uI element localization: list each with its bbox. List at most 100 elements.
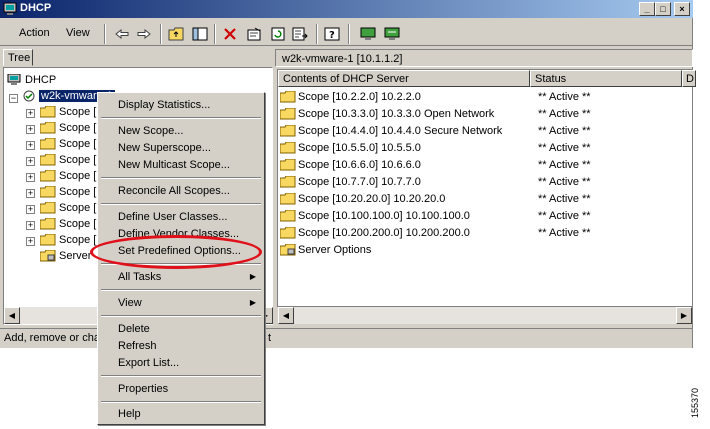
maximize-button[interactable]: □ bbox=[655, 2, 671, 16]
refresh-icon[interactable] bbox=[268, 24, 288, 44]
expand-icon[interactable]: + bbox=[26, 157, 35, 166]
server-icon[interactable] bbox=[382, 24, 402, 44]
folder-icon bbox=[40, 154, 56, 166]
list-item[interactable]: + Scope [ bbox=[26, 202, 96, 217]
table-row[interactable]: Scope [10.100.100.0] 10.100.100.0 ** Acti… bbox=[280, 208, 690, 225]
table-row[interactable]: Scope [10.3.3.0] 10.3.3.0 Open Network **… bbox=[280, 106, 690, 123]
delete-icon[interactable] bbox=[220, 24, 240, 44]
menu-item-refresh[interactable]: Refresh bbox=[100, 338, 262, 355]
folder-icon bbox=[280, 108, 296, 120]
table-row[interactable]: Server Options bbox=[280, 242, 690, 259]
menu-item-all-tasks[interactable]: All Tasks ▶ bbox=[100, 269, 262, 286]
action-menu[interactable]: Action bbox=[19, 27, 50, 39]
back-arrow-icon[interactable] bbox=[112, 24, 132, 44]
console-icon[interactable] bbox=[358, 24, 378, 44]
list-item[interactable]: + Scope [ bbox=[26, 218, 96, 233]
expand-icon[interactable]: + bbox=[26, 141, 35, 150]
submenu-arrow-icon: ▶ bbox=[249, 272, 256, 281]
scroll-right-icon[interactable]: ▶ bbox=[676, 307, 692, 324]
folder-icon bbox=[40, 218, 56, 230]
folder-icon bbox=[280, 176, 296, 188]
tree-server-options[interactable]: Server bbox=[40, 250, 91, 265]
scroll-left-icon[interactable]: ◀ bbox=[278, 307, 294, 324]
menu-item-reconcile-all-scopes[interactable]: Reconcile All Scopes... bbox=[100, 183, 262, 200]
tab-tree[interactable]: Tree bbox=[3, 49, 33, 66]
expand-icon[interactable]: + bbox=[26, 237, 35, 246]
list-item[interactable]: + Scope [ bbox=[26, 234, 96, 249]
server-node-icon bbox=[23, 90, 35, 102]
list-item[interactable]: + Scope [ bbox=[26, 106, 96, 121]
server-header: w2k-vmware-1 [10.1.1.2] bbox=[275, 49, 693, 67]
expand-icon[interactable]: + bbox=[26, 109, 35, 118]
menu-item-new-superscope[interactable]: New Superscope... bbox=[100, 140, 262, 157]
table-row[interactable]: Scope [10.2.2.0] 10.2.2.0 ** Active ** bbox=[280, 89, 690, 106]
close-button[interactable]: × bbox=[674, 2, 690, 16]
folder-icon bbox=[280, 159, 296, 171]
up-folder-icon[interactable] bbox=[166, 24, 186, 44]
forward-arrow-icon[interactable] bbox=[134, 24, 154, 44]
menu-item-new-multicast-scope[interactable]: New Multicast Scope... bbox=[100, 157, 262, 174]
folder-icon bbox=[40, 122, 56, 134]
title-bar[interactable]: DHCP _ □ × bbox=[0, 0, 693, 18]
dhcp-app-icon bbox=[3, 2, 17, 15]
collapse-server-icon[interactable]: − bbox=[9, 94, 18, 103]
menu-item-view[interactable]: View ▶ bbox=[100, 295, 262, 312]
menu-item-define-user-classes[interactable]: Define User Classes... bbox=[100, 209, 262, 226]
column-header-status[interactable]: Status bbox=[530, 70, 682, 87]
expand-icon[interactable]: + bbox=[26, 125, 35, 134]
help-icon[interactable]: ? bbox=[322, 24, 342, 44]
dhcp-root-icon bbox=[7, 74, 21, 86]
folder-icon bbox=[40, 186, 56, 198]
list-horizontal-scrollbar[interactable]: ◀ ▶ bbox=[278, 307, 692, 324]
folder-icon bbox=[280, 193, 296, 205]
table-row[interactable]: Scope [10.4.4.0] 10.4.4.0 Secure Network… bbox=[280, 123, 690, 140]
menu-item-help[interactable]: Help bbox=[100, 406, 262, 423]
server-options-icon bbox=[40, 250, 56, 262]
submenu-arrow-icon: ▶ bbox=[249, 298, 256, 307]
folder-icon bbox=[40, 234, 56, 246]
show-hide-tree-icon[interactable] bbox=[190, 24, 210, 44]
properties-icon[interactable] bbox=[244, 24, 264, 44]
folder-icon bbox=[40, 106, 56, 118]
folder-icon bbox=[280, 210, 296, 222]
folder-icon bbox=[40, 202, 56, 214]
table-row[interactable]: Scope [10.20.20.0] 10.20.20.0 ** Active *… bbox=[280, 191, 690, 208]
tree-root-label: DHCP bbox=[25, 74, 57, 86]
status-text-right: t bbox=[268, 332, 272, 344]
expand-icon[interactable]: + bbox=[26, 205, 35, 214]
menu-item-delete[interactable]: Delete bbox=[100, 321, 262, 338]
export-icon[interactable] bbox=[290, 24, 310, 44]
menu-item-properties[interactable]: Properties bbox=[100, 381, 262, 398]
column-header-contents[interactable]: Contents of DHCP Server bbox=[278, 70, 530, 87]
figure-number: 155370 bbox=[690, 387, 701, 419]
minimize-button[interactable]: _ bbox=[639, 2, 655, 16]
list-item[interactable]: + Scope [ bbox=[26, 154, 96, 169]
status-text: Add, remove or cha bbox=[4, 332, 100, 344]
list-item[interactable]: + Scope [ bbox=[26, 170, 96, 185]
folder-icon bbox=[40, 170, 56, 182]
folder-icon bbox=[280, 142, 296, 154]
column-header-description[interactable]: D bbox=[682, 70, 696, 87]
svg-text:?: ? bbox=[329, 30, 335, 41]
list-item[interactable]: + Scope [ bbox=[26, 122, 96, 137]
scroll-left-icon[interactable]: ◀ bbox=[4, 307, 20, 324]
view-menu[interactable]: View bbox=[66, 27, 90, 39]
menu-item-display-statistics[interactable]: Display Statistics... bbox=[100, 97, 262, 114]
list-item[interactable]: + Scope [ bbox=[26, 186, 96, 201]
menu-item-new-scope[interactable]: New Scope... bbox=[100, 123, 262, 140]
window-title: DHCP bbox=[20, 2, 52, 14]
expand-icon[interactable]: + bbox=[26, 189, 35, 198]
table-row[interactable]: Scope [10.6.6.0] 10.6.6.0 ** Active ** bbox=[280, 157, 690, 174]
highlight-ellipse bbox=[90, 235, 262, 269]
server-options-icon bbox=[280, 244, 296, 256]
expand-icon[interactable]: + bbox=[26, 221, 35, 230]
expand-icon[interactable]: + bbox=[26, 173, 35, 182]
menu-item-export-list[interactable]: Export List... bbox=[100, 355, 262, 372]
folder-icon bbox=[280, 227, 296, 239]
table-row[interactable]: Scope [10.200.200.0] 10.200.200.0 ** Acti… bbox=[280, 225, 690, 242]
table-row[interactable]: Scope [10.5.5.0] 10.5.5.0 ** Active ** bbox=[280, 140, 690, 157]
tree-root-dhcp[interactable]: DHCP bbox=[6, 74, 56, 89]
table-row[interactable]: Scope [10.7.7.0] 10.7.7.0 ** Active ** bbox=[280, 174, 690, 191]
list-item[interactable]: + Scope [ bbox=[26, 138, 96, 153]
contents-list: Contents of DHCP Server Status D Scope [… bbox=[277, 69, 696, 307]
